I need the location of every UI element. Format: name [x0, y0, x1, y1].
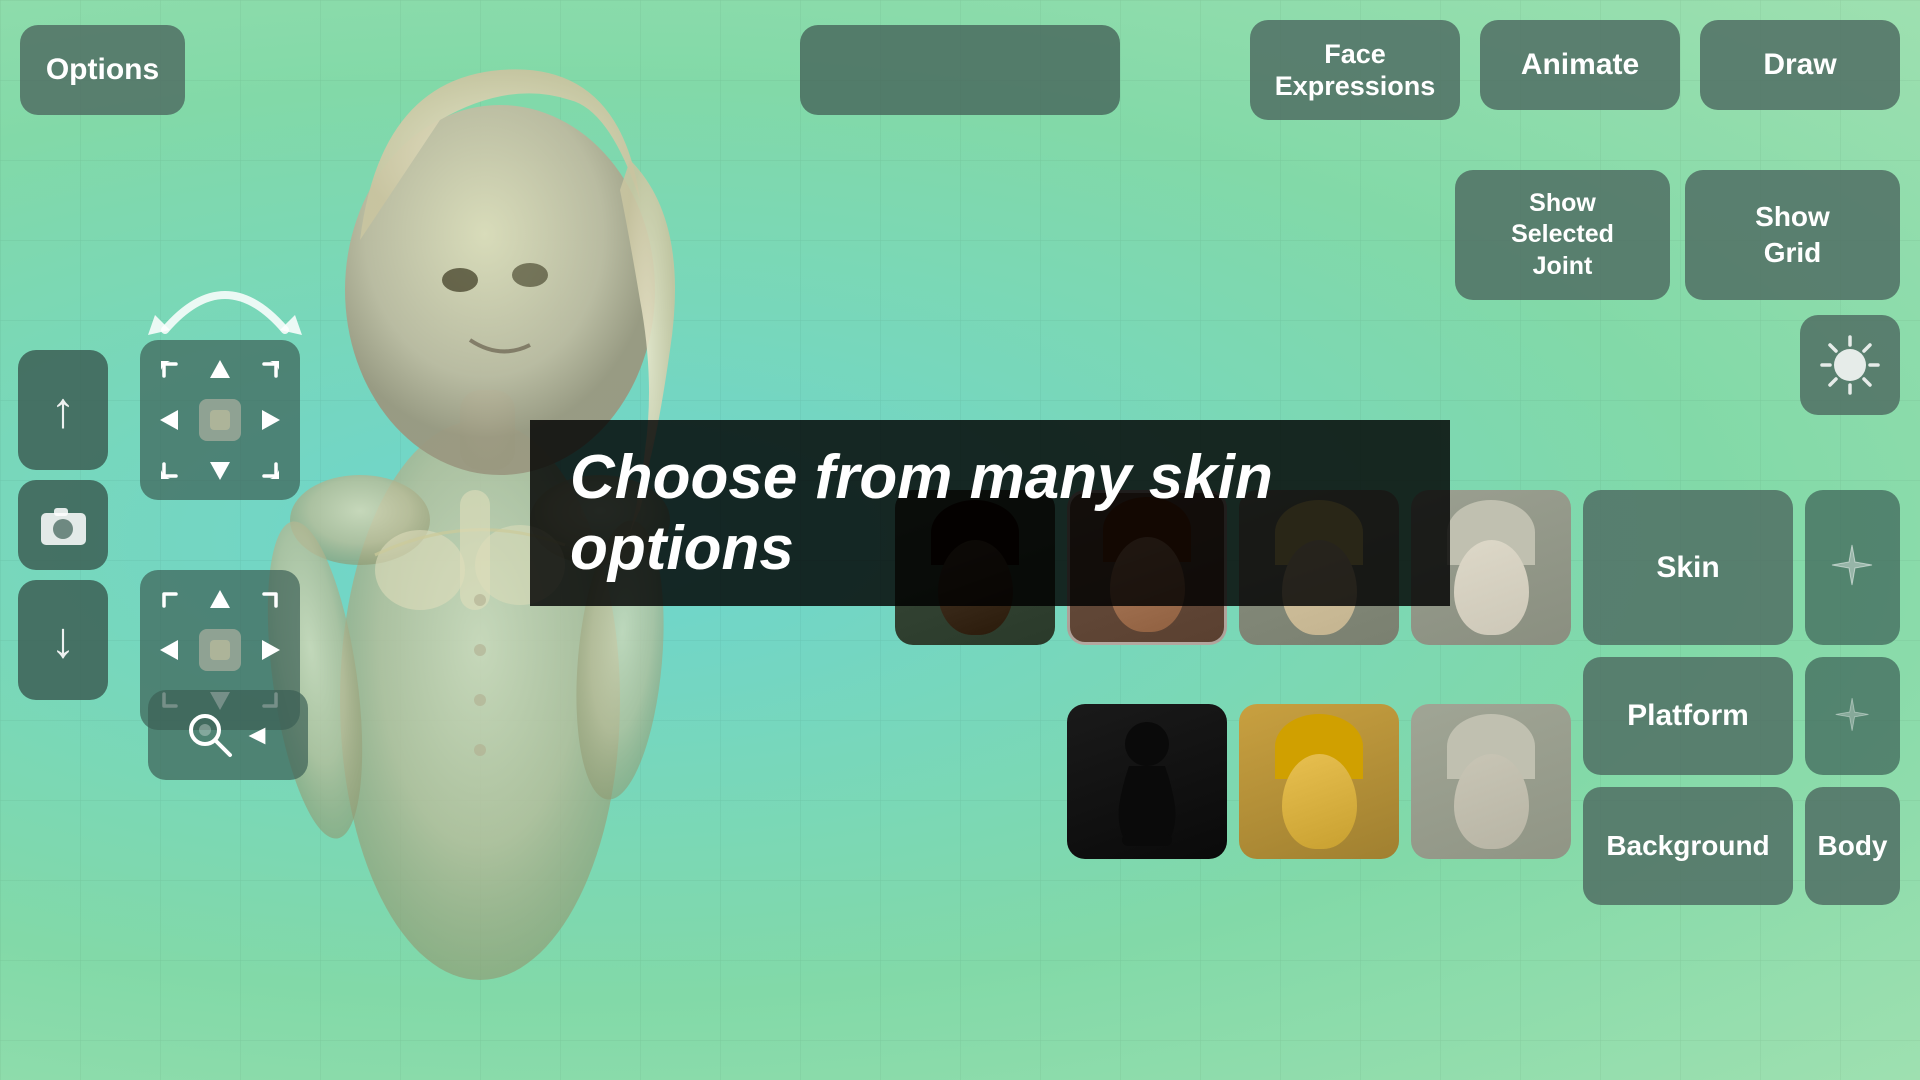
down-right-arrow[interactable]	[246, 446, 291, 491]
down-left-arrow[interactable]	[150, 446, 195, 491]
platform-background-container: Platform Background Body	[1583, 657, 1900, 905]
body-button[interactable]: Body	[1805, 787, 1900, 905]
skin-thumb-light[interactable]	[1411, 704, 1571, 859]
face-expressions-button[interactable]: FaceExpressions	[1250, 20, 1460, 120]
down-arrow-icon: ↓	[51, 611, 76, 669]
upper-arrow-cluster	[140, 340, 300, 510]
skin-row-2: Platform Background Body	[895, 657, 1900, 905]
sun-button-container	[1455, 315, 1900, 415]
options-button[interactable]: Options	[20, 25, 185, 115]
zoom-arrow-icon: ◄	[243, 719, 271, 751]
promo-banner: Choose from many skin options	[530, 420, 1450, 606]
background-button[interactable]: Background	[1583, 787, 1793, 905]
down-arrow[interactable]	[198, 446, 243, 491]
lower-right-arrow[interactable]	[246, 628, 291, 673]
draw-button[interactable]: Draw	[1700, 20, 1900, 110]
platform-button[interactable]: Platform	[1583, 657, 1793, 775]
lower-left-arrow[interactable]	[150, 628, 195, 673]
background-body-row: Background Body	[1583, 787, 1900, 905]
animate-button[interactable]: Animate	[1480, 20, 1680, 110]
lower-up-left-arrow[interactable]	[150, 580, 195, 625]
rotate-arc-icon	[140, 250, 310, 350]
lower-up-arrow[interactable]	[198, 580, 243, 625]
right-panel: ShowSelectedJoint ShowGrid	[1455, 170, 1900, 415]
up-right-arrow[interactable]	[246, 350, 291, 395]
camera-button[interactable]	[18, 480, 108, 570]
skin-sparkle-button[interactable]	[1805, 490, 1900, 645]
sun-button[interactable]	[1800, 315, 1900, 415]
skin-category-button[interactable]: Skin	[1583, 490, 1793, 645]
sparkle-icon	[1825, 540, 1880, 595]
zoom-search-icon	[185, 710, 235, 760]
show-grid-button[interactable]: ShowGrid	[1685, 170, 1900, 300]
up-left-arrow[interactable]	[150, 350, 195, 395]
show-buttons-row: ShowSelectedJoint ShowGrid	[1455, 170, 1900, 300]
center-button[interactable]	[199, 399, 241, 441]
lower-center-button[interactable]	[199, 629, 241, 671]
skin-thumb-gold[interactable]	[1239, 704, 1399, 859]
sun-icon	[1818, 333, 1883, 398]
zoom-control[interactable]: ◄	[148, 690, 308, 780]
move-down-button[interactable]: ↓	[18, 580, 108, 700]
platform-sparkle-icon	[1830, 694, 1875, 739]
right-arrow[interactable]	[246, 398, 291, 443]
up-arrow-icon: ↑	[51, 381, 76, 439]
camera-icon	[36, 498, 91, 553]
move-up-button[interactable]: ↑	[18, 350, 108, 470]
skin-options-button[interactable]	[800, 25, 1120, 115]
show-selected-joint-button[interactable]: ShowSelectedJoint	[1455, 170, 1670, 300]
top-right-nav: FaceExpressions Animate Draw	[1250, 20, 1900, 120]
upper-directional-pad	[140, 340, 300, 500]
platform-row: Platform	[1583, 657, 1900, 775]
left-arrow[interactable]	[150, 398, 195, 443]
up-arrow[interactable]	[198, 350, 243, 395]
top-navigation: Options FaceExpressions Animate Draw	[0, 20, 1920, 120]
skin-thumb-shadow[interactable]	[1067, 704, 1227, 859]
lower-up-right-arrow[interactable]	[246, 580, 291, 625]
shadow-silhouette-icon	[1107, 716, 1187, 846]
banner-text: Choose from many skin options	[570, 443, 1273, 583]
left-control-panel: ↑ ↓	[18, 350, 108, 700]
platform-sparkle-button[interactable]	[1805, 657, 1900, 775]
